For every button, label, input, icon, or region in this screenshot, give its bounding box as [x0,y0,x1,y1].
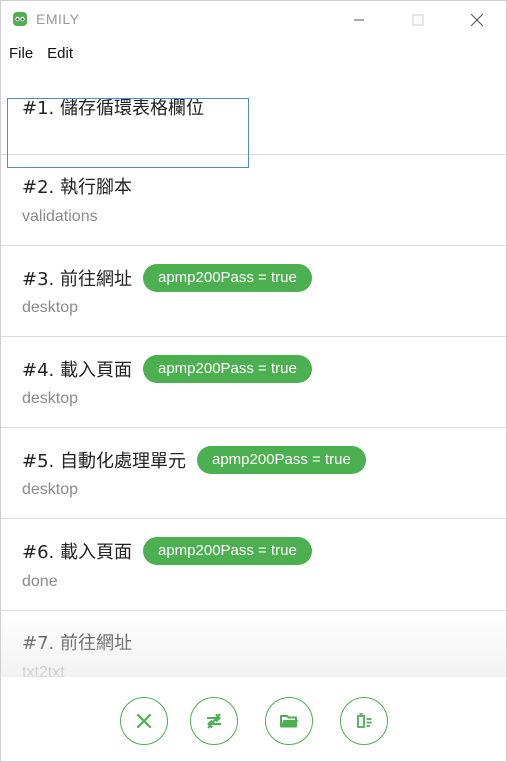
condition-badge: apmp200Pass = true [142,264,312,292]
step-subtitle: desktop [22,299,79,316]
menu-edit[interactable]: Edit [47,45,73,62]
step-title: #2. 執行腳本 [22,177,132,198]
step-subtitle: desktop [22,481,79,498]
cancel-button[interactable] [120,697,168,745]
condition-badge: apmp200Pass = true [196,446,366,474]
condition-badge: apmp200Pass = true [142,355,312,383]
delete-list-icon [357,713,372,728]
close-icon [470,13,484,27]
app-logo-icon [12,11,28,27]
condition-badge: apmp200Pass = true [142,537,312,565]
close-icon [136,713,152,729]
menu-file[interactable]: File [9,45,33,62]
maximize-button[interactable] [395,1,441,39]
step-subtitle: validations [22,208,98,225]
app-window: EMILY File Edit #1. 儲存循環表格欄位 #2. 執行腳本 va… [0,0,507,762]
swap-button[interactable] [190,697,238,745]
bottom-toolbar [1,677,506,761]
swap-icon [207,713,221,729]
minimize-button[interactable] [336,1,382,39]
delete-list-button[interactable] [340,697,388,745]
step-item-4[interactable]: #4. 載入頁面 apmp200Pass = true desktop [1,337,506,428]
step-title: #5. 自動化處理單元 [22,451,186,472]
step-title: #6. 載入頁面 [22,542,132,563]
step-title: #3. 前往網址 [22,269,132,290]
open-folder-button[interactable] [265,697,313,745]
minimize-icon [354,19,364,21]
step-title: #7. 前往網址 [22,633,132,654]
step-item-2[interactable]: #2. 執行腳本 validations [1,155,506,246]
maximize-icon [412,14,424,26]
step-item-5[interactable]: #5. 自動化處理單元 apmp200Pass = true desktop [1,428,506,519]
selection-outline [7,98,249,168]
step-item-6[interactable]: #6. 載入頁面 apmp200Pass = true done [1,519,506,611]
window-title: EMILY [36,11,80,27]
menu-bar: File Edit [1,39,506,67]
folder-open-icon [280,715,298,728]
step-item-3[interactable]: #3. 前往網址 apmp200Pass = true desktop [1,246,506,337]
close-window-button[interactable] [454,1,500,39]
title-bar: EMILY [1,1,506,39]
step-subtitle: done [22,573,58,590]
step-title: #4. 載入頁面 [22,360,132,381]
step-subtitle: desktop [22,390,79,407]
